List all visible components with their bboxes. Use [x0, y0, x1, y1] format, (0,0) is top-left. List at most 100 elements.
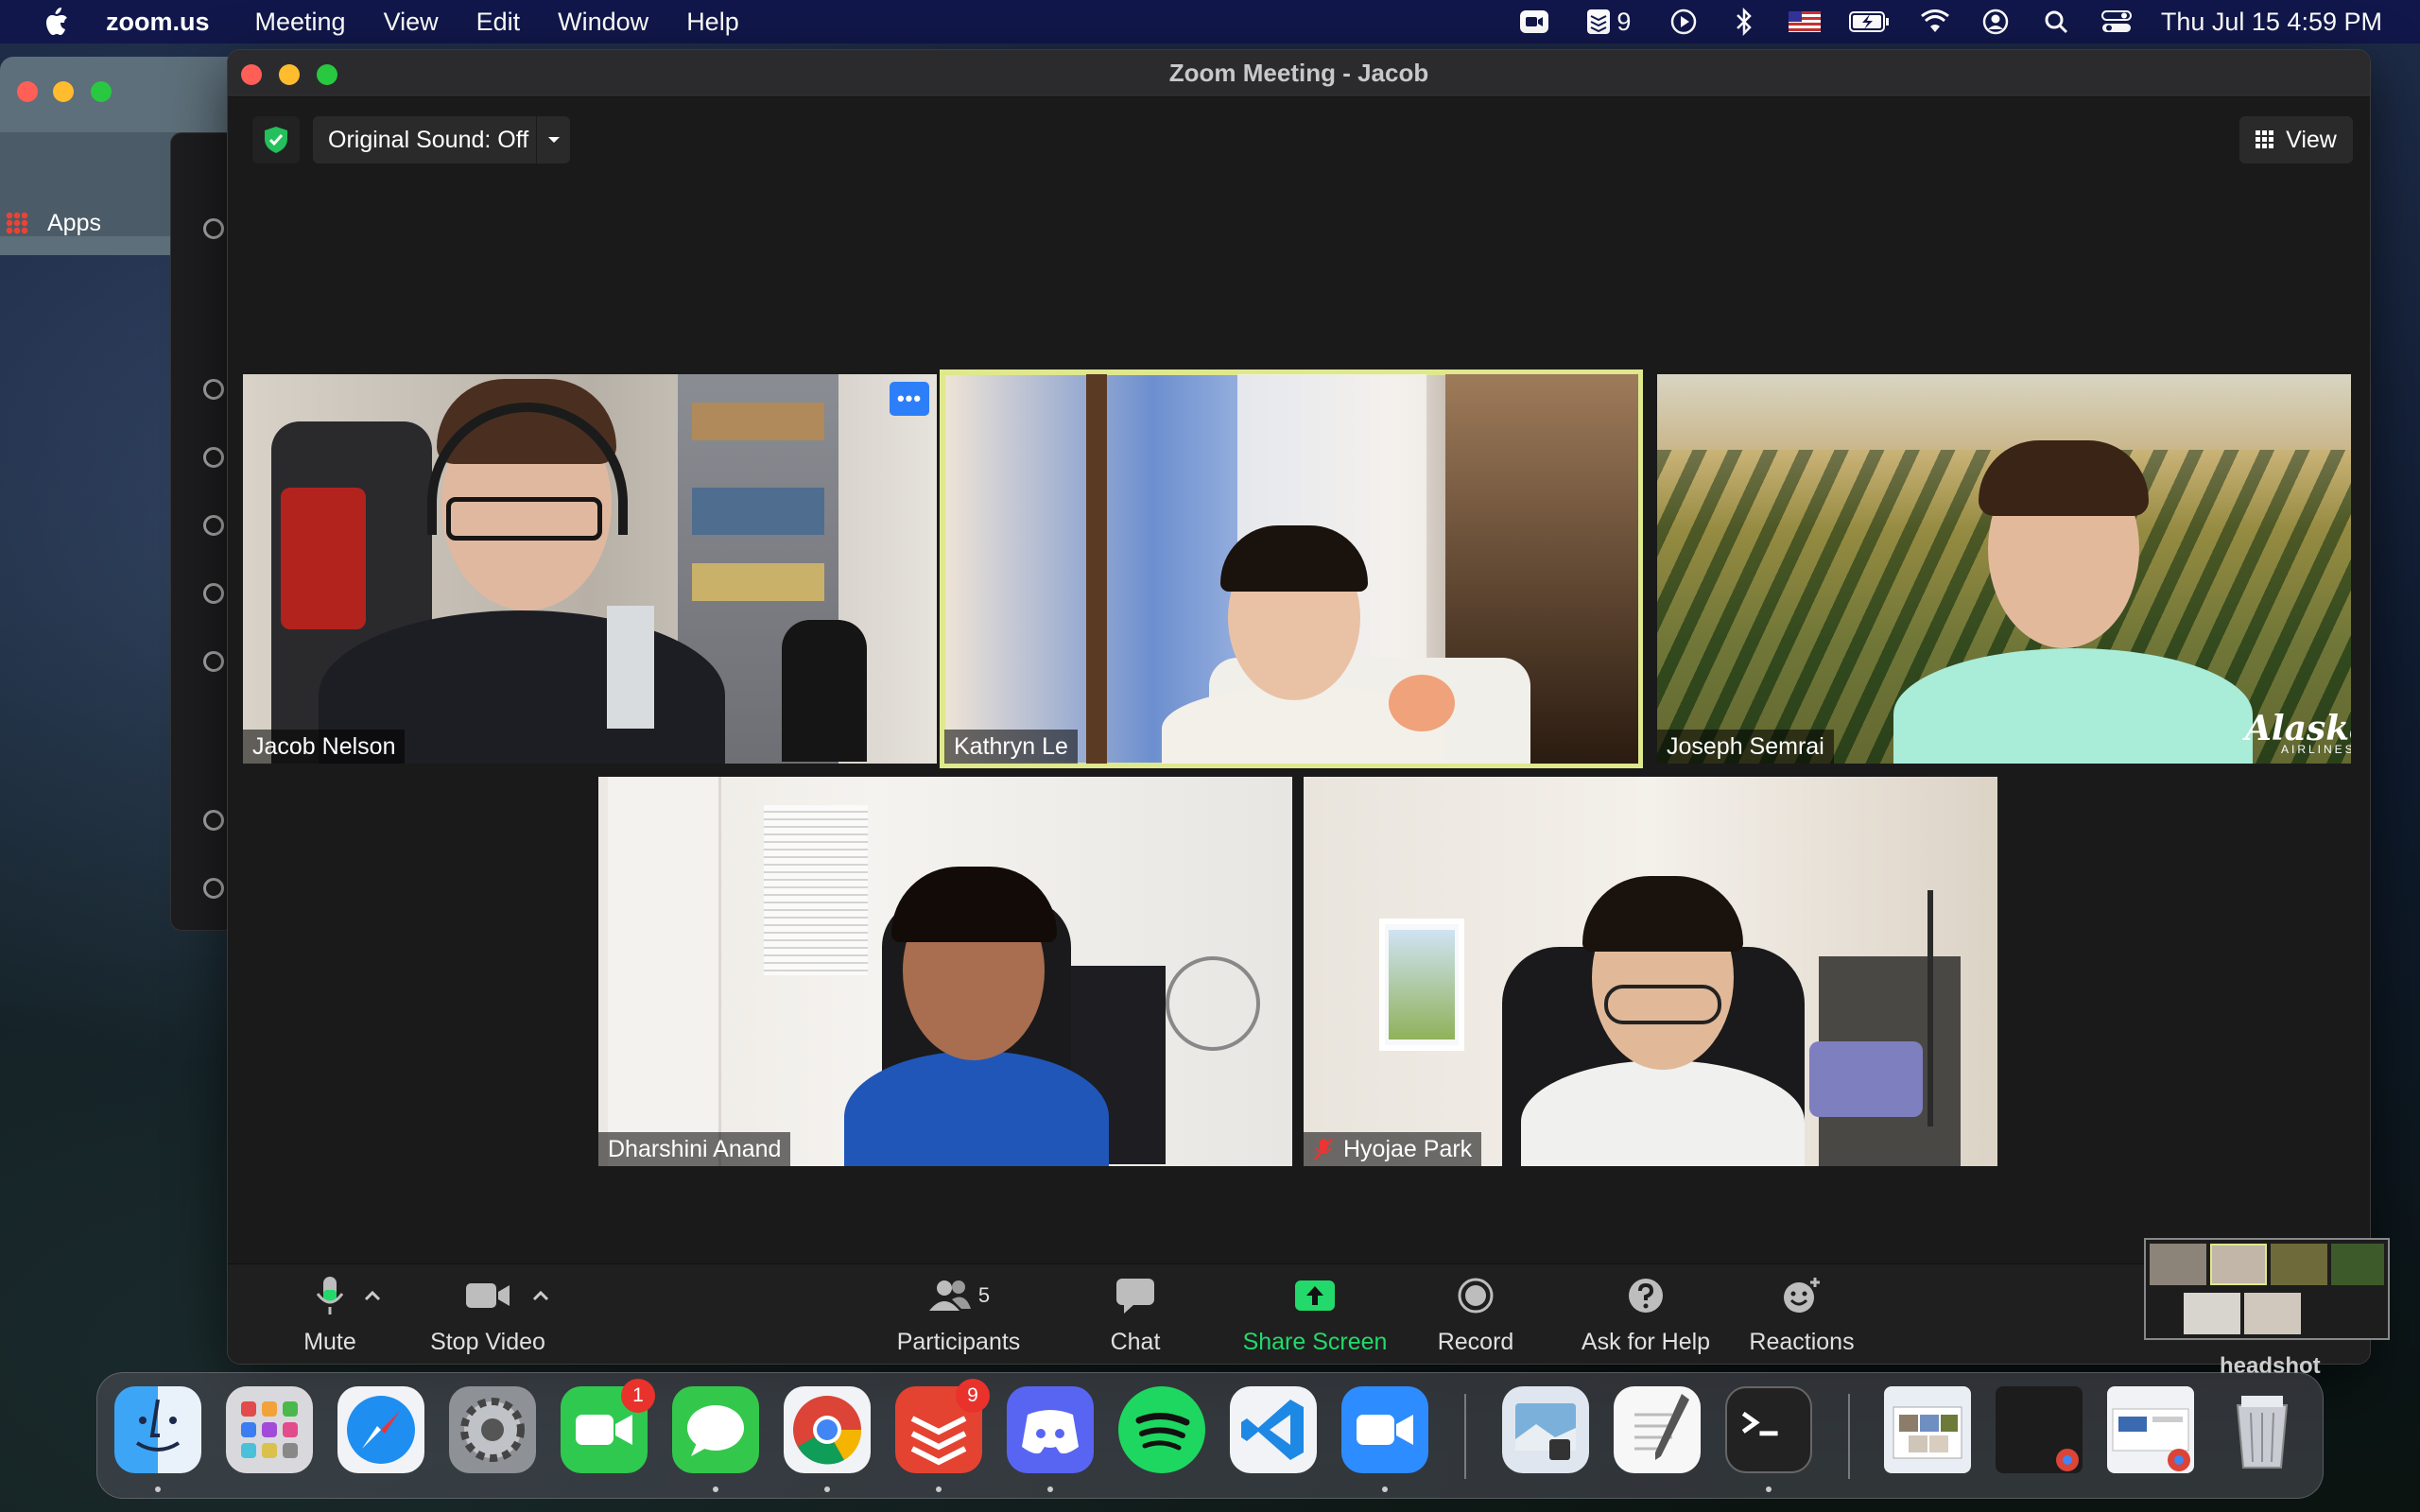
video-tile-hyojae-park[interactable]: Hyojae Park	[1304, 777, 1997, 1166]
user-account-icon[interactable]	[1979, 8, 2012, 36]
apps-grid-icon[interactable]	[6, 212, 28, 234]
minimized-window-icon[interactable]	[2107, 1386, 2194, 1473]
preview-icon[interactable]	[1502, 1386, 1589, 1473]
search-icon[interactable]	[203, 810, 224, 831]
dock-separator	[1848, 1394, 1850, 1479]
spotify-icon[interactable]	[1118, 1386, 1205, 1473]
dock-separator	[1464, 1394, 1466, 1479]
meeting-toolbar: Mute Stop Video 5 Participants Chat Shar…	[228, 1263, 2370, 1364]
finder-icon[interactable]	[114, 1386, 201, 1473]
record-icon	[1452, 1274, 1499, 1317]
running-indicator	[155, 1486, 161, 1492]
running-indicator	[936, 1486, 942, 1492]
participants-count: 5	[977, 1283, 991, 1307]
messages-icon[interactable]	[672, 1386, 759, 1473]
more-options-button[interactable]: •••	[890, 382, 929, 416]
menu-edit[interactable]: Edit	[476, 8, 521, 37]
chat-button[interactable]: Chat	[1088, 1274, 1183, 1356]
vscode-icon[interactable]	[1230, 1386, 1317, 1473]
close-icon[interactable]	[17, 81, 38, 102]
view-button[interactable]: View	[2239, 116, 2353, 163]
record-label: Record	[1437, 1329, 1514, 1355]
running-indicator	[1382, 1486, 1388, 1492]
grid-view-icon	[2256, 130, 2275, 149]
menu-meeting[interactable]: Meeting	[255, 8, 346, 37]
thumb-tile	[2210, 1244, 2267, 1285]
trash-icon[interactable]	[2219, 1386, 2306, 1473]
spotlight-search-icon[interactable]	[2040, 8, 2072, 36]
minimized-window-icon[interactable]	[1996, 1386, 2083, 1473]
video-tile-joseph-semrai[interactable]: Alaska AIRLINES Joseph Semrai	[1657, 374, 2351, 764]
maximize-icon[interactable]	[91, 81, 112, 102]
thumb-tile	[2184, 1293, 2240, 1334]
chrome-icon[interactable]	[784, 1386, 871, 1473]
video-feed: Alaska AIRLINES	[1657, 374, 2351, 764]
video-options-caret-icon[interactable]	[530, 1285, 551, 1306]
running-indicator	[713, 1486, 718, 1492]
textedit-icon[interactable]	[1614, 1386, 1701, 1473]
discord-icon[interactable]	[1007, 1386, 1094, 1473]
thumb-tile	[2150, 1244, 2206, 1285]
minimized-window-icon[interactable]	[1884, 1386, 1971, 1473]
audio-options-caret-icon[interactable]	[362, 1285, 383, 1306]
facetime-icon[interactable]: 1	[561, 1379, 655, 1473]
reactions-smiley-icon	[1778, 1274, 1825, 1317]
search-icon[interactable]	[203, 218, 224, 239]
menu-help[interactable]: Help	[686, 8, 739, 37]
share-screen-button[interactable]: Share Screen	[1235, 1274, 1395, 1356]
menu-window[interactable]: Window	[558, 8, 648, 37]
search-icon[interactable]	[203, 583, 224, 604]
zoom-status-icon[interactable]	[1518, 8, 1550, 36]
search-icon[interactable]	[203, 515, 224, 536]
maximize-icon[interactable]	[317, 64, 337, 85]
video-tile-jacob-nelson[interactable]: ••• Jacob Nelson	[243, 374, 937, 764]
zoom-icon[interactable]	[1341, 1386, 1428, 1473]
participant-name-label: Dharshini Anand	[598, 1132, 791, 1166]
video-camera-icon	[464, 1274, 511, 1317]
apps-bookmark[interactable]: Apps	[47, 210, 101, 237]
record-button[interactable]: Record	[1428, 1274, 1523, 1356]
minimize-icon[interactable]	[279, 64, 300, 85]
ask-for-help-button[interactable]: Ask for Help	[1570, 1274, 1721, 1356]
search-icon[interactable]	[203, 878, 224, 899]
apple-icon[interactable]	[42, 6, 70, 38]
safari-icon[interactable]	[337, 1386, 424, 1473]
battery-icon[interactable]	[1848, 8, 1891, 36]
caret-down-icon[interactable]	[536, 116, 570, 163]
todoist-status-icon[interactable]: 9	[1579, 8, 1639, 36]
menu-view[interactable]: View	[384, 8, 439, 37]
window-titlebar: Zoom Meeting - Jacob	[228, 50, 2370, 97]
control-center-icon[interactable]	[2100, 8, 2133, 36]
search-icon[interactable]	[203, 447, 224, 468]
original-sound-button[interactable]: Original Sound: Off	[313, 116, 570, 163]
floating-gallery-thumbnail[interactable]	[2144, 1238, 2390, 1340]
bluetooth-icon[interactable]	[1728, 8, 1760, 36]
app-name-menu[interactable]: zoom.us	[106, 8, 210, 37]
background-logo-sub: AIRLINES	[2281, 743, 2351, 756]
search-icon[interactable]	[203, 379, 224, 400]
us-flag-icon[interactable]	[1788, 8, 1821, 36]
minimize-icon[interactable]	[53, 81, 74, 102]
running-indicator	[824, 1486, 830, 1492]
todoist-icon[interactable]: 9	[895, 1379, 990, 1473]
security-shield-button[interactable]	[252, 116, 300, 163]
thumb-tile	[2271, 1244, 2327, 1285]
video-feed	[1304, 777, 1997, 1166]
participant-name-label: Joseph Semrai	[1657, 730, 1834, 764]
video-feed	[944, 374, 1638, 764]
view-label: View	[2286, 126, 2337, 153]
search-icon[interactable]	[203, 651, 224, 672]
close-icon[interactable]	[241, 64, 262, 85]
reactions-button[interactable]: Reactions	[1740, 1274, 1863, 1356]
mute-label: Mute	[303, 1329, 356, 1355]
participants-button[interactable]: 5 Participants	[888, 1274, 1029, 1356]
video-tile-kathryn-le[interactable]: Kathryn Le	[940, 369, 1643, 768]
play-status-icon[interactable]	[1668, 8, 1700, 36]
terminal-icon[interactable]	[1725, 1386, 1812, 1473]
launchpad-icon[interactable]	[226, 1386, 313, 1473]
wifi-icon[interactable]	[1919, 8, 1951, 36]
menubar-clock[interactable]: Thu Jul 15 4:59 PM	[2161, 8, 2382, 37]
participant-name-label: Hyojae Park	[1304, 1132, 1482, 1166]
system-preferences-icon[interactable]	[449, 1386, 536, 1473]
video-tile-dharshini-anand[interactable]: Dharshini Anand	[598, 777, 1292, 1166]
